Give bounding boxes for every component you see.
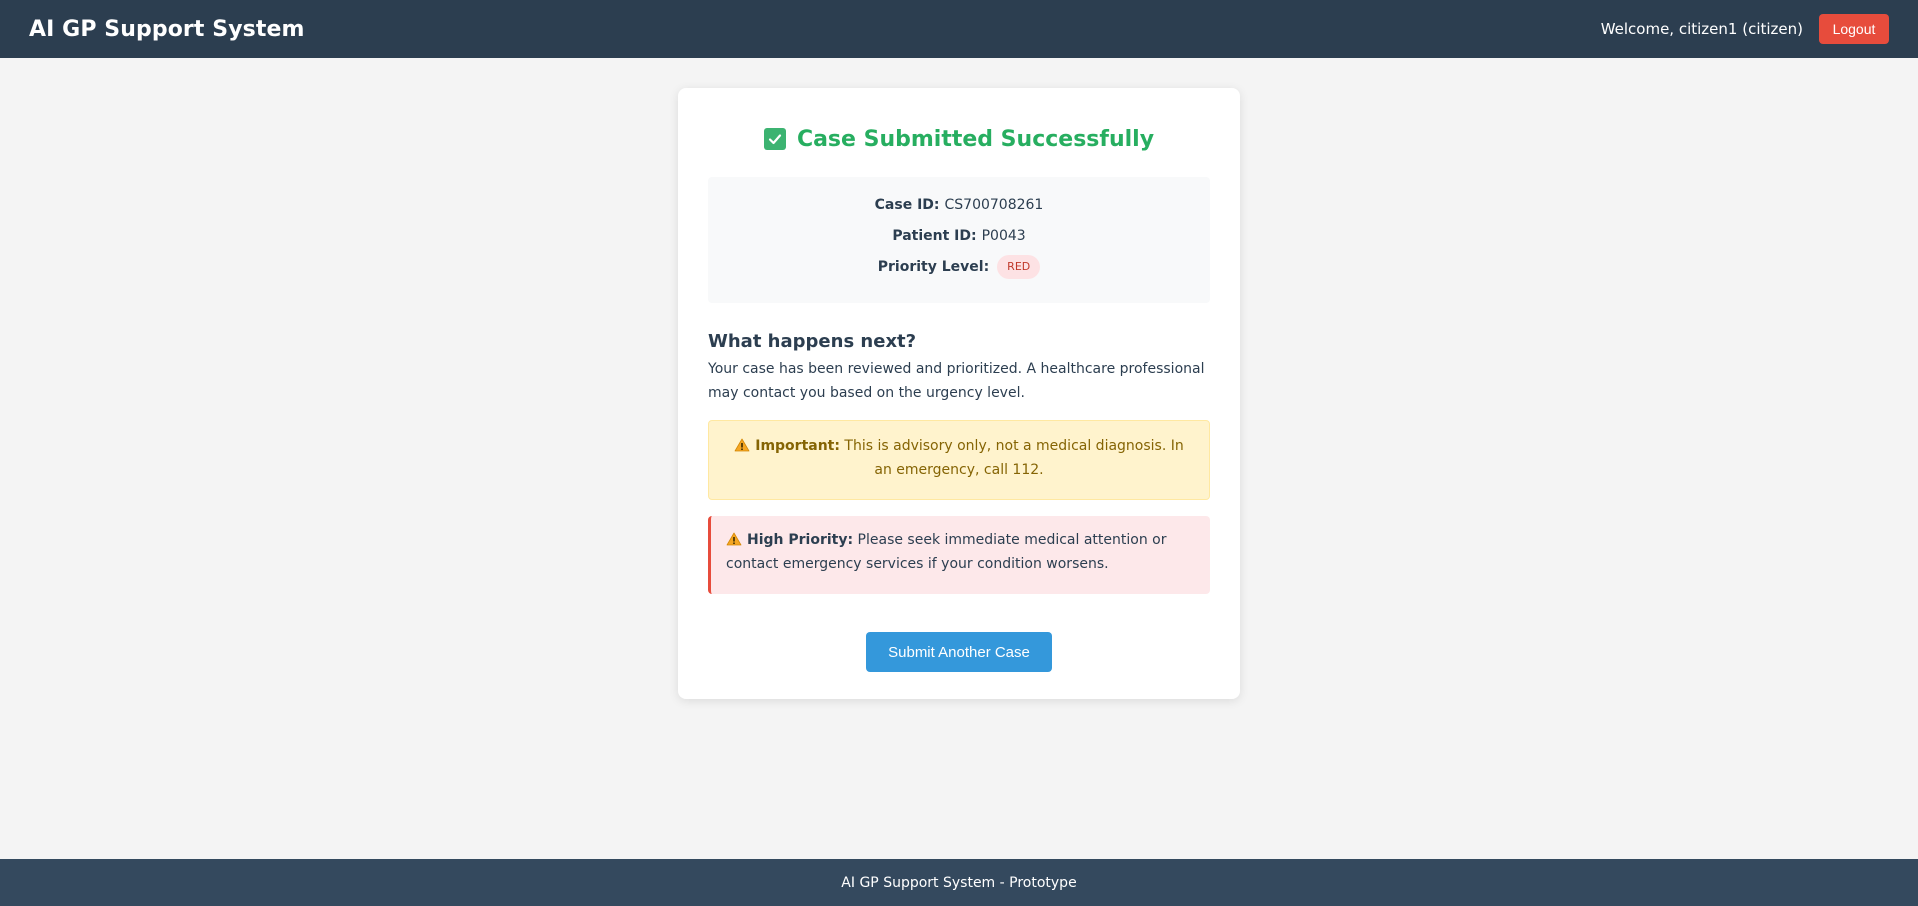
logout-button[interactable]: Logout bbox=[1819, 14, 1889, 44]
action-row: Submit Another Case bbox=[708, 632, 1210, 672]
patient-id-row: Patient ID: P0043 bbox=[708, 225, 1210, 256]
check-box-icon bbox=[763, 128, 786, 150]
next-steps-text: Your case has been reviewed and prioriti… bbox=[708, 361, 1205, 401]
confirmation-card: Case Submitted Successfully Case ID: CS7… bbox=[678, 88, 1240, 699]
app-title: AI GP Support System bbox=[29, 16, 305, 42]
case-id-label: Case ID: bbox=[874, 197, 940, 213]
high-priority-label: High Priority: bbox=[747, 532, 854, 548]
priority-row: Priority Level: RED bbox=[708, 255, 1210, 287]
patient-id-value: P0043 bbox=[981, 228, 1026, 244]
warning-icon bbox=[734, 438, 750, 452]
case-id-value: CS700708261 bbox=[944, 197, 1044, 213]
footer-text: AI GP Support System - Prototype bbox=[841, 874, 1077, 891]
welcome-text: Welcome, citizen1 (citizen) bbox=[1600, 20, 1803, 38]
app-header: AI GP Support System Welcome, citizen1 (… bbox=[0, 0, 1918, 58]
header-user-area: Welcome, citizen1 (citizen) Logout bbox=[1601, 14, 1889, 44]
important-text: This is advisory only, not a medical dia… bbox=[839, 438, 1184, 478]
page: AI GP Support System Welcome, citizen1 (… bbox=[0, 0, 1918, 906]
case-id-row: Case ID: CS700708261 bbox=[708, 194, 1210, 225]
warning-icon bbox=[726, 532, 742, 546]
important-alert: Important: This is advisory only, not a … bbox=[708, 420, 1210, 500]
next-steps-heading: What happens next? bbox=[708, 331, 917, 352]
app-footer: AI GP Support System - Prototype bbox=[0, 859, 1918, 906]
priority-label: Priority Level: bbox=[877, 259, 990, 275]
submit-another-case-button[interactable]: Submit Another Case bbox=[866, 632, 1052, 672]
patient-id-label: Patient ID: bbox=[892, 228, 977, 244]
case-info-box: Case ID: CS700708261 Patient ID: P0043 P… bbox=[708, 177, 1210, 303]
priority-badge: RED bbox=[997, 255, 1041, 279]
important-label: Important: bbox=[755, 438, 840, 454]
success-heading: Case Submitted Successfully bbox=[708, 123, 1210, 155]
success-title: Case Submitted Successfully bbox=[796, 126, 1155, 152]
high-priority-alert: High Priority: Please seek immediate med… bbox=[708, 516, 1210, 594]
